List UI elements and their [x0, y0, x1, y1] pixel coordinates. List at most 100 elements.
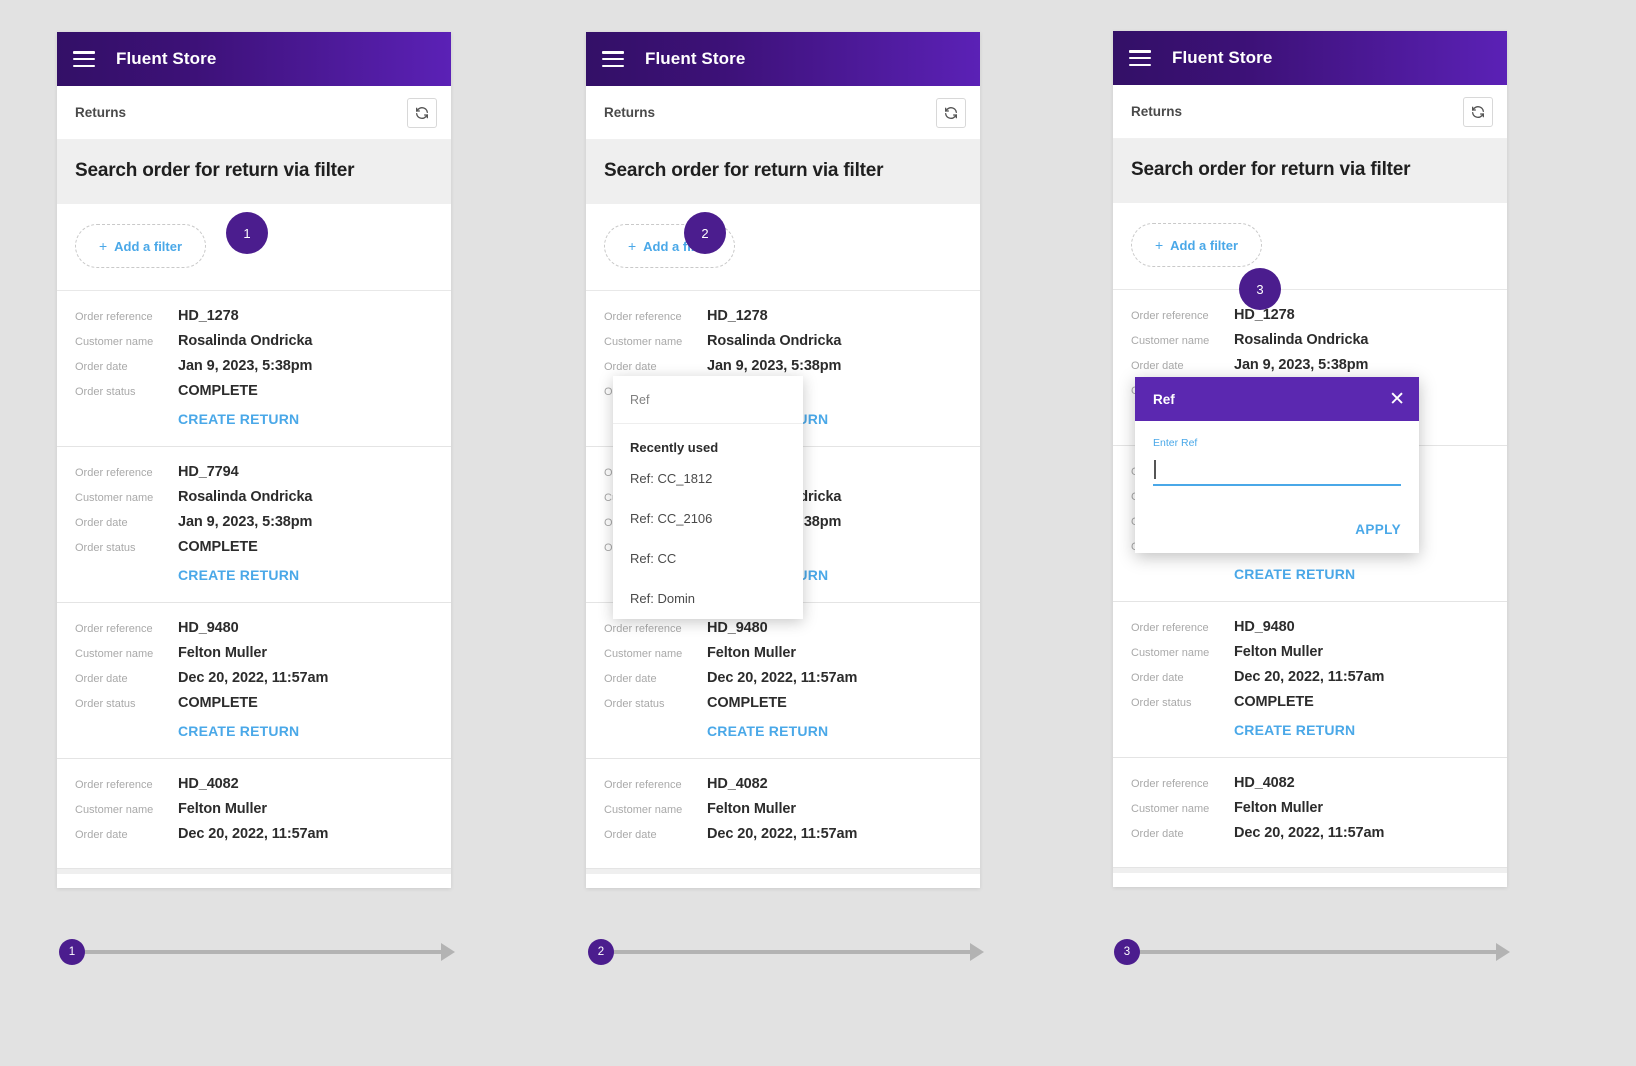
- order-card[interactable]: Order reference HD_4082 Customer name Fe…: [57, 759, 451, 869]
- order-reference-label: Order reference: [604, 311, 682, 323]
- add-filter-button[interactable]: + Add a filter: [75, 224, 206, 268]
- order-status-row: Order status COMPLETE: [1131, 694, 1489, 710]
- page-heading-band: Search order for return via filter: [57, 140, 451, 204]
- order-reference-row: Order reference HD_4082: [604, 776, 962, 792]
- screenshot-stage: Fluent Store Returns Search order for re…: [0, 0, 1636, 1066]
- hamburger-icon[interactable]: [602, 51, 624, 67]
- order-reference-label: Order reference: [75, 467, 153, 479]
- plus-icon: +: [627, 238, 637, 254]
- add-filter-button[interactable]: + Add a filter: [1131, 223, 1262, 267]
- order-status-label: Order status: [1131, 697, 1192, 709]
- order-date-row: Order date Jan 9, 2023, 5:38pm: [75, 514, 433, 530]
- order-card[interactable]: Order reference HD_9480 Customer name Fe…: [1113, 602, 1507, 758]
- order-status-value: COMPLETE: [178, 539, 258, 555]
- customer-name-label: Customer name: [75, 648, 154, 660]
- sub-header: Returns: [1113, 85, 1507, 139]
- customer-name-value: Felton Muller: [1234, 800, 1323, 816]
- refresh-icon[interactable]: [936, 97, 966, 128]
- customer-name-row: Customer name Felton Muller: [604, 645, 962, 661]
- hamburger-icon[interactable]: [1129, 50, 1151, 66]
- order-card[interactable]: Order reference HD_4082 Customer name Fe…: [1113, 758, 1507, 868]
- phone-panel-step-2: Fluent Store Returns Search order for re…: [586, 32, 980, 888]
- dropdown-section-title: Recently used: [630, 440, 719, 455]
- refresh-icon[interactable]: [407, 97, 437, 128]
- order-date-label: Order date: [604, 829, 657, 841]
- order-card[interactable]: Order reference HD_7794 Customer name Ro…: [57, 447, 451, 603]
- customer-name-label: Customer name: [75, 336, 154, 348]
- close-icon[interactable]: ✕: [1389, 390, 1405, 409]
- order-date-label: Order date: [604, 361, 657, 373]
- panel-body: + Add a filter Order reference HD_1278 C…: [1113, 203, 1507, 873]
- ref-filter-dropdown[interactable]: Ref Recently used Ref: CC_1812 Ref: CC_2…: [613, 376, 803, 619]
- ref-filter-dialog[interactable]: Ref ✕ Enter Ref APPLY: [1135, 377, 1419, 553]
- page-title: Search order for return via filter: [1131, 159, 1411, 180]
- step-line: [1137, 950, 1496, 954]
- create-return-button[interactable]: CREATE RETURN: [178, 723, 299, 739]
- order-date-label: Order date: [1131, 360, 1184, 372]
- dropdown-item[interactable]: Ref: Domin: [613, 579, 803, 619]
- order-date-label: Order date: [75, 829, 128, 841]
- customer-name-label: Customer name: [604, 804, 683, 816]
- customer-name-label: Customer name: [604, 648, 683, 660]
- create-return-button[interactable]: CREATE RETURN: [178, 567, 299, 583]
- order-date-value: Jan 9, 2023, 5:38pm: [178, 514, 313, 530]
- dropdown-item[interactable]: Ref: CC_1812: [613, 459, 803, 499]
- order-status-label: Order status: [604, 698, 665, 710]
- enter-ref-input[interactable]: [1153, 458, 1401, 486]
- order-reference-value: HD_4082: [1234, 775, 1295, 791]
- page-title: Search order for return via filter: [604, 160, 884, 181]
- dropdown-item[interactable]: Ref: CC: [613, 539, 803, 579]
- add-filter-label: Add a filter: [1170, 237, 1239, 253]
- order-date-label: Order date: [75, 361, 128, 373]
- order-reference-value: HD_1278: [178, 308, 239, 324]
- callout-badge-1: 1: [226, 212, 268, 254]
- dialog-title: Ref: [1153, 391, 1175, 407]
- arrow-right-icon: [441, 943, 455, 961]
- customer-name-label: Customer name: [604, 336, 683, 348]
- create-return-button[interactable]: CREATE RETURN: [707, 723, 828, 739]
- refresh-icon[interactable]: [1463, 96, 1493, 127]
- order-card[interactable]: Order reference HD_9480 Customer name Fe…: [586, 603, 980, 759]
- phone-panel-step-1: Fluent Store Returns Search order for re…: [57, 32, 451, 888]
- order-date-row: Order date Dec 20, 2022, 11:57am: [1131, 825, 1489, 841]
- order-date-row: Order date Jan 9, 2023, 5:38pm: [1131, 357, 1489, 373]
- customer-name-value: Felton Muller: [178, 801, 267, 817]
- customer-name-value: Rosalinda Ondricka: [178, 333, 313, 349]
- customer-name-row: Customer name Rosalinda Ondricka: [75, 489, 433, 505]
- app-bar: Fluent Store: [586, 32, 980, 86]
- step-line: [82, 950, 441, 954]
- text-caret: [1154, 460, 1156, 479]
- order-reference-label: Order reference: [604, 779, 682, 791]
- order-reference-row: Order reference HD_9480: [75, 620, 433, 636]
- customer-name-value: Felton Muller: [178, 645, 267, 661]
- order-date-label: Order date: [1131, 672, 1184, 684]
- step-indicator-1: 1: [59, 938, 455, 966]
- order-status-value: COMPLETE: [178, 383, 258, 399]
- order-date-label: Order date: [604, 673, 657, 685]
- order-date-value: Dec 20, 2022, 11:57am: [707, 670, 858, 686]
- page-heading-band: Search order for return via filter: [586, 140, 980, 204]
- add-filter-label: Add a filter: [114, 238, 183, 254]
- sub-header-title: Returns: [604, 105, 656, 120]
- order-card[interactable]: Order reference HD_9480 Customer name Fe…: [57, 603, 451, 759]
- create-return-button[interactable]: CREATE RETURN: [178, 411, 299, 427]
- customer-name-value: Felton Muller: [1234, 644, 1323, 660]
- customer-name-value: Rosalinda Ondricka: [178, 489, 313, 505]
- order-date-row: Order date Jan 9, 2023, 5:38pm: [75, 358, 433, 374]
- hamburger-icon[interactable]: [73, 51, 95, 67]
- step-indicator-3: 3: [1114, 938, 1510, 966]
- order-card[interactable]: Order reference HD_4082 Customer name Fe…: [586, 759, 980, 869]
- create-return-button[interactable]: CREATE RETURN: [1234, 566, 1355, 582]
- order-reference-row: Order reference HD_4082: [1131, 775, 1489, 791]
- dropdown-item[interactable]: Ref: CC_2106: [613, 499, 803, 539]
- filter-card: + Add a filter: [586, 204, 980, 291]
- order-date-value: Jan 9, 2023, 5:38pm: [707, 358, 842, 374]
- create-return-button[interactable]: CREATE RETURN: [1234, 722, 1355, 738]
- order-reference-row: Order reference HD_1278: [1131, 307, 1489, 323]
- arrow-right-icon: [1496, 943, 1510, 961]
- apply-button[interactable]: APPLY: [1355, 522, 1401, 537]
- order-card[interactable]: Order reference HD_1278 Customer name Ro…: [57, 291, 451, 447]
- page-title: Search order for return via filter: [75, 160, 355, 181]
- order-reference-label: Order reference: [1131, 310, 1209, 322]
- customer-name-label: Customer name: [1131, 803, 1210, 815]
